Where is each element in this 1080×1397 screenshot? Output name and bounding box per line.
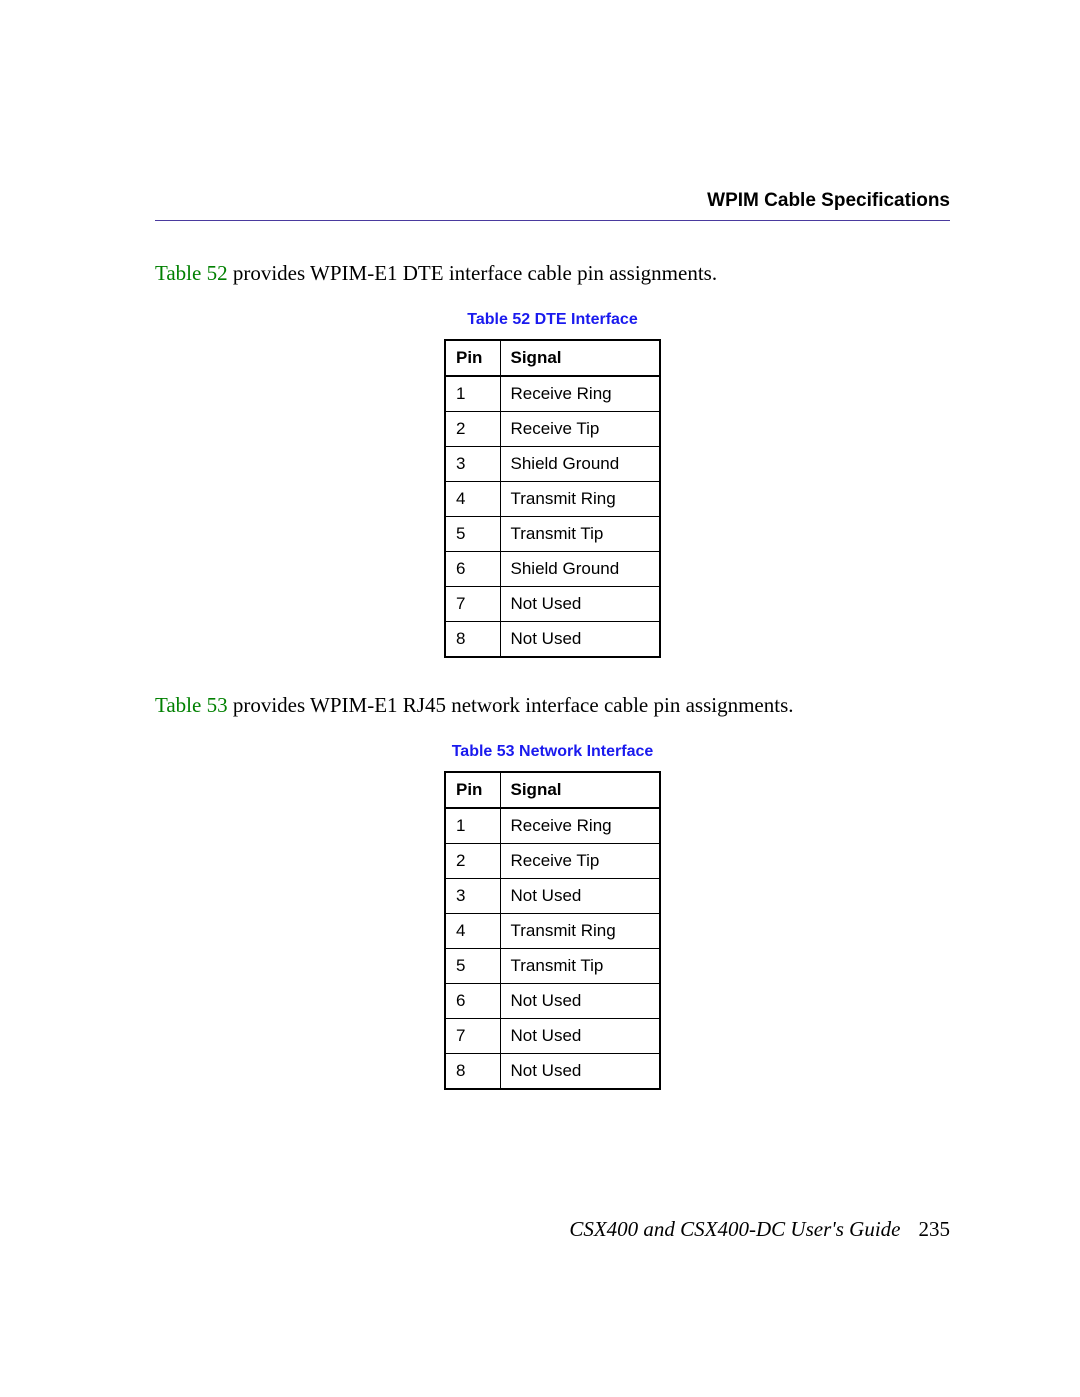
table-row: 8Not Used: [445, 622, 660, 658]
header-section-title: WPIM Cable Specifications: [155, 190, 950, 221]
table52-intro: Table 52 provides WPIM-E1 DTE interface …: [155, 261, 950, 286]
cell-pin: 3: [445, 447, 500, 482]
cell-signal: Not Used: [500, 879, 660, 914]
table52-ref: Table 52: [155, 261, 228, 285]
table-row: 3Not Used: [445, 879, 660, 914]
cell-signal: Shield Ground: [500, 552, 660, 587]
cell-pin: 4: [445, 482, 500, 517]
table-row: 5Transmit Tip: [445, 949, 660, 984]
table-row: 3Shield Ground: [445, 447, 660, 482]
cell-pin: 5: [445, 517, 500, 552]
cell-signal: Receive Tip: [500, 412, 660, 447]
table-row: 8Not Used: [445, 1054, 660, 1090]
cell-pin: 8: [445, 622, 500, 658]
table-row: 2Receive Tip: [445, 844, 660, 879]
table-row: 7Not Used: [445, 587, 660, 622]
cell-pin: 8: [445, 1054, 500, 1090]
table-row: 1Receive Ring: [445, 808, 660, 844]
cell-signal: Not Used: [500, 984, 660, 1019]
col-pin-header: Pin: [445, 340, 500, 376]
table-row: 1Receive Ring: [445, 376, 660, 412]
table-row: 6Shield Ground: [445, 552, 660, 587]
cell-pin: 6: [445, 552, 500, 587]
footer-page-number: 235: [919, 1217, 951, 1241]
cell-pin: 6: [445, 984, 500, 1019]
col-signal-header: Signal: [500, 340, 660, 376]
cell-pin: 5: [445, 949, 500, 984]
cell-signal: Transmit Tip: [500, 517, 660, 552]
table-row: 4Transmit Ring: [445, 482, 660, 517]
cell-pin: 1: [445, 376, 500, 412]
cell-signal: Shield Ground: [500, 447, 660, 482]
cell-pin: 2: [445, 412, 500, 447]
cell-pin: 2: [445, 844, 500, 879]
table-row: 2Receive Tip: [445, 412, 660, 447]
page-footer: CSX400 and CSX400-DC User's Guide 235: [569, 1217, 950, 1242]
footer-doc-title: CSX400 and CSX400-DC User's Guide: [569, 1217, 900, 1241]
table53-caption: Table 53 Network Interface: [155, 743, 950, 761]
table53: Pin Signal 1Receive Ring 2Receive Tip 3N…: [444, 771, 661, 1090]
table-header-row: Pin Signal: [445, 340, 660, 376]
cell-signal: Transmit Ring: [500, 482, 660, 517]
cell-signal: Not Used: [500, 587, 660, 622]
table53-intro: Table 53 provides WPIM-E1 RJ45 network i…: [155, 693, 950, 718]
col-signal-header: Signal: [500, 772, 660, 808]
cell-signal: Transmit Ring: [500, 914, 660, 949]
table52: Pin Signal 1Receive Ring 2Receive Tip 3S…: [444, 339, 661, 658]
cell-signal: Receive Ring: [500, 376, 660, 412]
cell-signal: Not Used: [500, 1019, 660, 1054]
cell-signal: Not Used: [500, 622, 660, 658]
table-row: 4Transmit Ring: [445, 914, 660, 949]
table-row: 7Not Used: [445, 1019, 660, 1054]
col-pin-header: Pin: [445, 772, 500, 808]
table-header-row: Pin Signal: [445, 772, 660, 808]
cell-signal: Transmit Tip: [500, 949, 660, 984]
cell-pin: 4: [445, 914, 500, 949]
table52-intro-text: provides WPIM-E1 DTE interface cable pin…: [228, 261, 717, 285]
table-row: 5Transmit Tip: [445, 517, 660, 552]
table53-ref: Table 53: [155, 693, 228, 717]
cell-signal: Not Used: [500, 1054, 660, 1090]
table52-caption: Table 52 DTE Interface: [155, 311, 950, 329]
cell-pin: 3: [445, 879, 500, 914]
table-row: 6Not Used: [445, 984, 660, 1019]
cell-pin: 7: [445, 587, 500, 622]
cell-pin: 1: [445, 808, 500, 844]
table53-intro-text: provides WPIM-E1 RJ45 network interface …: [228, 693, 794, 717]
cell-pin: 7: [445, 1019, 500, 1054]
cell-signal: Receive Ring: [500, 808, 660, 844]
cell-signal: Receive Tip: [500, 844, 660, 879]
